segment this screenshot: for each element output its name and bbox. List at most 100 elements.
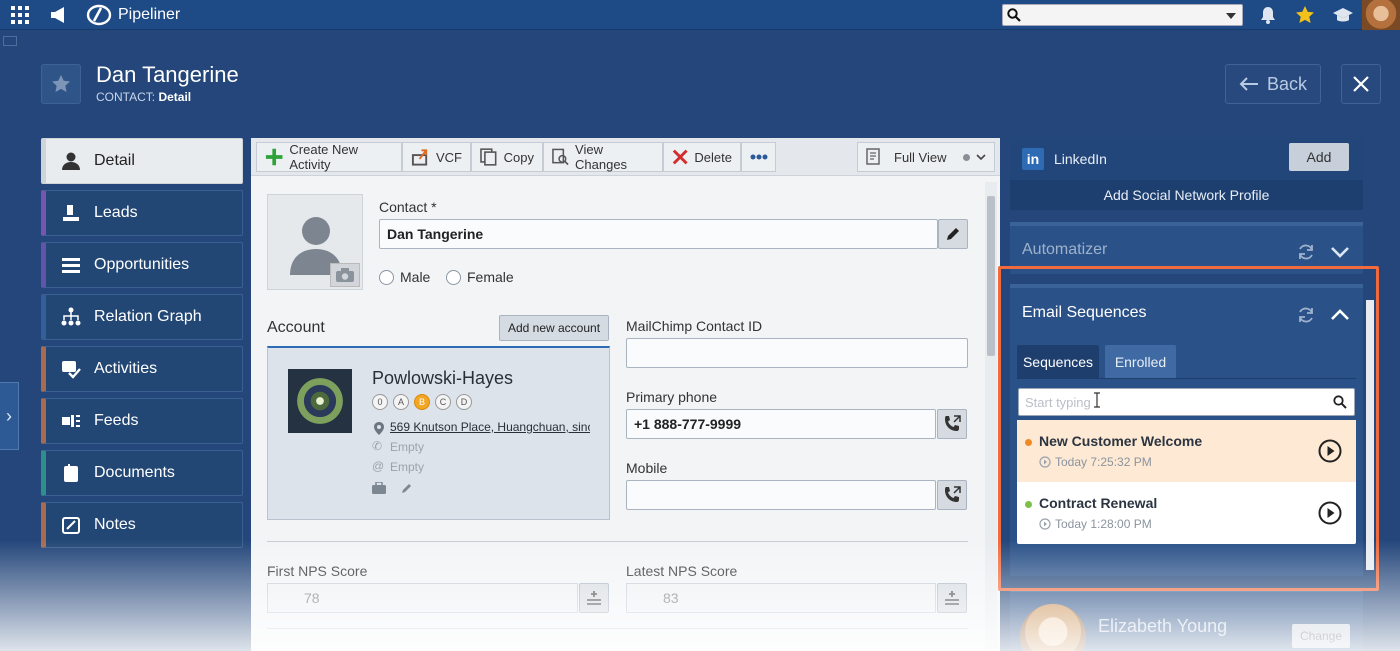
vcf-button[interactable]: VCF <box>402 142 471 172</box>
close-button[interactable] <box>1341 64 1381 104</box>
rating-d[interactable]: D <box>456 394 472 410</box>
create-activity-button[interactable]: Create New Activity <box>256 142 402 172</box>
more-actions-button[interactable] <box>741 142 776 172</box>
pencil-icon[interactable] <box>401 482 413 494</box>
megaphone-icon[interactable] <box>46 0 72 30</box>
owner-avatar[interactable] <box>1020 604 1086 651</box>
sequence-search-input[interactable]: Start typing <box>1018 388 1355 416</box>
add-social-profile-link[interactable]: Add Social Network Profile <box>1010 180 1363 210</box>
gender-male-radio[interactable] <box>379 270 394 285</box>
tab-sequences[interactable]: Sequences <box>1017 345 1099 378</box>
nav-item-leads[interactable]: Leads <box>41 190 243 236</box>
chevron-down-icon[interactable] <box>1330 246 1350 258</box>
copy-icon <box>480 148 497 166</box>
breadcrumb-view: Detail <box>158 90 192 104</box>
sequence-name: Contract Renewal <box>1039 495 1158 511</box>
automatizer-header[interactable]: Automatizer <box>1010 222 1363 274</box>
nav-item-label: Relation Graph <box>94 308 202 325</box>
account-card[interactable]: Powlowski-Hayes 0 A B C D 569 Knutson Pl… <box>267 346 610 520</box>
record-toolbar: Create New Activity VCF Copy View Change… <box>251 138 1000 176</box>
latest-nps-calc-button[interactable] <box>937 583 967 613</box>
expand-sidebar-handle[interactable]: › <box>0 382 19 450</box>
chevron-up-icon[interactable] <box>1330 309 1350 321</box>
activities-icon <box>60 358 82 380</box>
add-new-account-button[interactable]: Add new account <box>499 315 609 341</box>
refresh-icon[interactable] <box>1297 243 1315 261</box>
play-circle-icon[interactable] <box>1318 439 1342 463</box>
email-sequences-title: Email Sequences <box>1022 304 1147 321</box>
star-icon[interactable] <box>1293 0 1317 30</box>
contact-name-field[interactable]: Dan Tangerine <box>379 219 938 249</box>
rating-b[interactable]: B <box>414 394 430 410</box>
first-nps-field[interactable]: 78 <box>267 583 578 613</box>
nav-item-notes[interactable]: Notes <box>41 502 243 548</box>
view-changes-button[interactable]: View Changes <box>543 142 663 172</box>
favorite-star-button[interactable] <box>41 64 81 104</box>
nav-item-feeds[interactable]: Feeds <box>41 398 243 444</box>
global-search-input[interactable] <box>1002 4 1243 26</box>
close-icon <box>1353 76 1369 92</box>
refresh-icon[interactable] <box>1297 306 1315 324</box>
section-divider <box>267 541 968 542</box>
delete-button[interactable]: Delete <box>663 142 741 172</box>
account-name[interactable]: Powlowski-Hayes <box>372 368 513 389</box>
edit-name-button[interactable] <box>938 219 968 249</box>
gender-female-radio[interactable] <box>446 270 461 285</box>
sequence-time: Today 7:25:32 PM <box>1039 455 1152 469</box>
camera-icon[interactable] <box>330 263 360 287</box>
email-sequences-header[interactable]: Email Sequences <box>1010 284 1363 338</box>
first-nps-calc-button[interactable] <box>579 583 609 613</box>
list-item-sequence[interactable]: New Customer Welcome Today 7:25:32 PM <box>1017 420 1356 482</box>
apps-grid-icon[interactable] <box>8 0 32 30</box>
sequence-time-text: Today 1:28:00 PM <box>1055 517 1152 531</box>
brand[interactable]: Pipeliner <box>86 0 180 30</box>
contact-photo[interactable] <box>267 194 363 290</box>
nav-item-activities[interactable]: Activities <box>41 346 243 392</box>
call-primary-button[interactable] <box>937 409 967 439</box>
nav-item-documents[interactable]: Documents <box>41 450 243 496</box>
nav-item-label: Leads <box>94 204 138 221</box>
copy-button[interactable]: Copy <box>471 142 543 172</box>
scrollbar-thumb[interactable] <box>987 196 995 356</box>
delete-label: Delete <box>694 149 732 165</box>
latest-nps-field[interactable]: 83 <box>626 583 936 613</box>
mailchimp-field[interactable] <box>626 338 968 368</box>
list-item-sequence[interactable]: Contract Renewal Today 1:28:00 PM <box>1017 482 1356 544</box>
change-owner-button[interactable]: Change <box>1292 624 1350 648</box>
primary-phone-field[interactable]: +1 888-777-9999 <box>626 409 936 439</box>
tab-enrolled[interactable]: Enrolled <box>1105 345 1176 378</box>
phone-icon: ✆ <box>372 439 383 453</box>
user-avatar[interactable] <box>1362 0 1400 30</box>
panel-toggle-icon[interactable] <box>3 36 17 46</box>
tabs-underline <box>1017 378 1356 379</box>
nav-item-opportunities[interactable]: Opportunities <box>41 242 243 288</box>
search-icon <box>1333 395 1347 409</box>
chevron-down-icon[interactable] <box>1226 13 1236 19</box>
documents-icon <box>60 462 82 484</box>
rating-a[interactable]: A <box>393 394 409 410</box>
copy-label: Copy <box>503 149 534 165</box>
back-button[interactable]: Back <box>1225 64 1321 104</box>
account-address-link[interactable]: 569 Knutson Place, Huangchuan, sinc <box>390 420 590 434</box>
mobile-field[interactable] <box>626 480 936 510</box>
opportunities-icon <box>60 254 82 276</box>
nav-item-relation-graph[interactable]: Relation Graph <box>41 294 243 340</box>
full-view-dropdown[interactable]: Full View <box>857 142 995 172</box>
right-panel-scrollbar[interactable] <box>1366 300 1374 570</box>
rating-c[interactable]: C <box>435 394 451 410</box>
back-label: Back <box>1266 73 1308 94</box>
breadcrumb-entity: CONTACT: <box>96 90 156 104</box>
briefcase-icon[interactable] <box>372 482 386 494</box>
nav-item-detail[interactable]: Detail <box>41 138 243 184</box>
form-scrollbar[interactable] <box>985 182 997 651</box>
graduation-cap-icon[interactable] <box>1330 0 1356 30</box>
bell-icon[interactable] <box>1256 0 1280 30</box>
rating-0[interactable]: 0 <box>372 394 388 410</box>
linkedin-row: in LinkedIn Add <box>1010 138 1363 180</box>
add-linkedin-button[interactable]: Add <box>1289 143 1349 171</box>
nav-item-label: Documents <box>94 464 175 481</box>
owner-name[interactable]: Elizabeth Young <box>1098 616 1227 637</box>
nav-item-label: Opportunities <box>94 256 190 273</box>
play-circle-icon[interactable] <box>1318 501 1342 525</box>
call-mobile-button[interactable] <box>937 480 967 510</box>
